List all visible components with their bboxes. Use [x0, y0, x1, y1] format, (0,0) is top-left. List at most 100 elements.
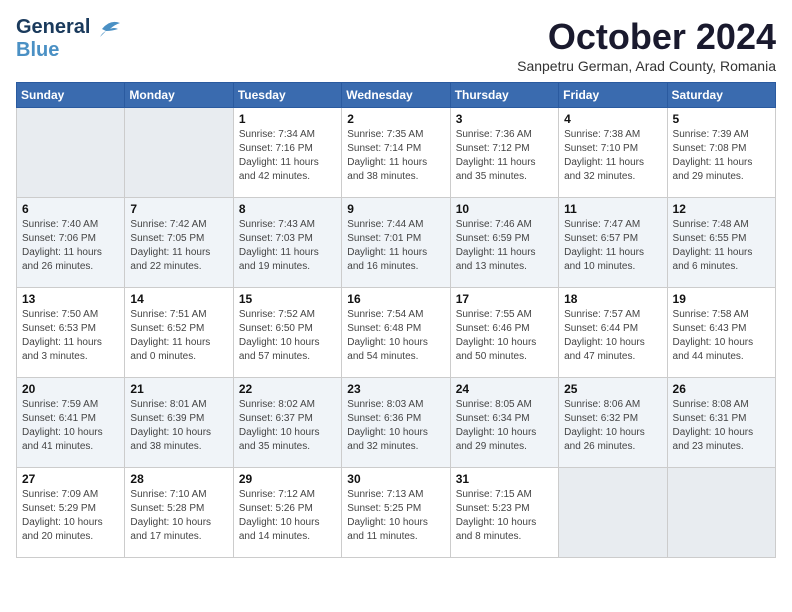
calendar-cell: 15 Sunrise: 7:52 AMSunset: 6:50 PMDayligh…	[233, 288, 341, 378]
day-info: Sunrise: 7:12 AMSunset: 5:26 PMDaylight:…	[239, 488, 336, 544]
day-number: 31	[456, 472, 553, 486]
calendar-cell: 29 Sunrise: 7:12 AMSunset: 5:26 PMDayligh…	[233, 468, 341, 558]
calendar-cell: 21 Sunrise: 8:01 AMSunset: 6:39 PMDayligh…	[125, 378, 233, 468]
day-number: 30	[347, 472, 444, 486]
calendar-cell: 11 Sunrise: 7:47 AMSunset: 6:57 PMDayligh…	[559, 198, 667, 288]
day-number: 2	[347, 112, 444, 126]
calendar-cell: 24 Sunrise: 8:05 AMSunset: 6:34 PMDayligh…	[450, 378, 558, 468]
day-header: Tuesday	[233, 83, 341, 108]
day-info: Sunrise: 8:06 AMSunset: 6:32 PMDaylight:…	[564, 398, 661, 454]
day-info: Sunrise: 7:34 AMSunset: 7:16 PMDaylight:…	[239, 128, 336, 184]
calendar-week-row: 1Sunrise: 7:34 AMSunset: 7:16 PMDaylight…	[17, 108, 776, 198]
day-number: 26	[673, 382, 770, 396]
day-header: Sunday	[17, 83, 125, 108]
calendar-cell: 4 Sunrise: 7:38 AMSunset: 7:10 PMDaylight…	[559, 108, 667, 198]
calendar-cell: 26 Sunrise: 8:08 AMSunset: 6:31 PMDayligh…	[667, 378, 775, 468]
calendar-cell: 3Sunrise: 7:36 AMSunset: 7:12 PMDaylight…	[450, 108, 558, 198]
day-number: 6	[22, 202, 119, 216]
day-info: Sunrise: 8:02 AMSunset: 6:37 PMDaylight:…	[239, 398, 336, 454]
calendar-cell	[559, 468, 667, 558]
calendar-cell: 22Sunrise: 8:02 AMSunset: 6:37 PMDayligh…	[233, 378, 341, 468]
calendar-cell: 2 Sunrise: 7:35 AMSunset: 7:14 PMDaylight…	[342, 108, 450, 198]
calendar-cell: 9 Sunrise: 7:44 AMSunset: 7:01 PMDaylight…	[342, 198, 450, 288]
day-info: Sunrise: 8:05 AMSunset: 6:34 PMDaylight:…	[456, 398, 553, 454]
day-info: Sunrise: 7:52 AMSunset: 6:50 PMDaylight:…	[239, 308, 336, 364]
day-number: 14	[130, 292, 227, 306]
day-info: Sunrise: 7:58 AMSunset: 6:43 PMDaylight:…	[673, 308, 770, 364]
day-info: Sunrise: 7:15 AMSunset: 5:23 PMDaylight:…	[456, 488, 553, 544]
calendar-week-row: 6 Sunrise: 7:40 AMSunset: 7:06 PMDaylight…	[17, 198, 776, 288]
day-number: 16	[347, 292, 444, 306]
day-info: Sunrise: 8:01 AMSunset: 6:39 PMDaylight:…	[130, 398, 227, 454]
day-number: 15	[239, 292, 336, 306]
day-info: Sunrise: 7:57 AMSunset: 6:44 PMDaylight:…	[564, 308, 661, 364]
calendar-cell: 8 Sunrise: 7:43 AMSunset: 7:03 PMDaylight…	[233, 198, 341, 288]
calendar-cell: 17 Sunrise: 7:55 AMSunset: 6:46 PMDayligh…	[450, 288, 558, 378]
day-number: 5	[673, 112, 770, 126]
logo-text-general: General	[16, 16, 90, 39]
calendar-cell: 12 Sunrise: 7:48 AMSunset: 6:55 PMDayligh…	[667, 198, 775, 288]
day-info: Sunrise: 7:35 AMSunset: 7:14 PMDaylight:…	[347, 128, 444, 184]
day-info: Sunrise: 7:38 AMSunset: 7:10 PMDaylight:…	[564, 128, 661, 184]
calendar-cell: 20 Sunrise: 7:59 AMSunset: 6:41 PMDayligh…	[17, 378, 125, 468]
day-number: 21	[130, 382, 227, 396]
logo-bird-icon	[92, 17, 122, 39]
day-number: 29	[239, 472, 336, 486]
day-info: Sunrise: 7:55 AMSunset: 6:46 PMDaylight:…	[456, 308, 553, 364]
day-number: 8	[239, 202, 336, 216]
day-info: Sunrise: 7:36 AMSunset: 7:12 PMDaylight:…	[456, 128, 553, 184]
calendar-cell: 1Sunrise: 7:34 AMSunset: 7:16 PMDaylight…	[233, 108, 341, 198]
calendar-cell: 28Sunrise: 7:10 AMSunset: 5:28 PMDayligh…	[125, 468, 233, 558]
day-number: 4	[564, 112, 661, 126]
day-number: 27	[22, 472, 119, 486]
day-number: 12	[673, 202, 770, 216]
day-number: 11	[564, 202, 661, 216]
day-info: Sunrise: 7:39 AMSunset: 7:08 PMDaylight:…	[673, 128, 770, 184]
day-number: 25	[564, 382, 661, 396]
day-number: 10	[456, 202, 553, 216]
day-number: 13	[22, 292, 119, 306]
day-info: Sunrise: 7:54 AMSunset: 6:48 PMDaylight:…	[347, 308, 444, 364]
calendar-cell: 31 Sunrise: 7:15 AMSunset: 5:23 PMDayligh…	[450, 468, 558, 558]
day-number: 17	[456, 292, 553, 306]
calendar-cell: 25 Sunrise: 8:06 AMSunset: 6:32 PMDayligh…	[559, 378, 667, 468]
day-info: Sunrise: 7:42 AMSunset: 7:05 PMDaylight:…	[130, 218, 227, 274]
calendar-cell	[667, 468, 775, 558]
day-number: 9	[347, 202, 444, 216]
day-number: 20	[22, 382, 119, 396]
day-info: Sunrise: 7:47 AMSunset: 6:57 PMDaylight:…	[564, 218, 661, 274]
day-header: Monday	[125, 83, 233, 108]
day-number: 23	[347, 382, 444, 396]
calendar-cell: 10 Sunrise: 7:46 AMSunset: 6:59 PMDayligh…	[450, 198, 558, 288]
day-number: 7	[130, 202, 227, 216]
calendar-week-row: 13Sunrise: 7:50 AMSunset: 6:53 PMDayligh…	[17, 288, 776, 378]
calendar-cell: 16 Sunrise: 7:54 AMSunset: 6:48 PMDayligh…	[342, 288, 450, 378]
day-header: Wednesday	[342, 83, 450, 108]
day-info: Sunrise: 8:03 AMSunset: 6:36 PMDaylight:…	[347, 398, 444, 454]
day-info: Sunrise: 7:51 AMSunset: 6:52 PMDaylight:…	[130, 308, 227, 364]
day-info: Sunrise: 7:40 AMSunset: 7:06 PMDaylight:…	[22, 218, 119, 274]
day-number: 28	[130, 472, 227, 486]
day-header: Thursday	[450, 83, 558, 108]
day-header: Friday	[559, 83, 667, 108]
day-header: Saturday	[667, 83, 775, 108]
calendar-week-row: 20 Sunrise: 7:59 AMSunset: 6:41 PMDayligh…	[17, 378, 776, 468]
day-info: Sunrise: 7:44 AMSunset: 7:01 PMDaylight:…	[347, 218, 444, 274]
location: Sanpetru German, Arad County, Romania	[517, 58, 776, 74]
calendar-table: SundayMondayTuesdayWednesdayThursdayFrid…	[16, 82, 776, 558]
logo-text-blue: Blue	[16, 39, 59, 61]
day-info: Sunrise: 7:46 AMSunset: 6:59 PMDaylight:…	[456, 218, 553, 274]
calendar-cell	[125, 108, 233, 198]
calendar-cell: 7 Sunrise: 7:42 AMSunset: 7:05 PMDaylight…	[125, 198, 233, 288]
day-number: 24	[456, 382, 553, 396]
calendar-cell: 19Sunrise: 7:58 AMSunset: 6:43 PMDayligh…	[667, 288, 775, 378]
logo: General Blue	[16, 16, 122, 62]
calendar-cell: 23 Sunrise: 8:03 AMSunset: 6:36 PMDayligh…	[342, 378, 450, 468]
day-info: Sunrise: 7:59 AMSunset: 6:41 PMDaylight:…	[22, 398, 119, 454]
day-info: Sunrise: 7:43 AMSunset: 7:03 PMDaylight:…	[239, 218, 336, 274]
calendar-cell: 13Sunrise: 7:50 AMSunset: 6:53 PMDayligh…	[17, 288, 125, 378]
day-info: Sunrise: 7:48 AMSunset: 6:55 PMDaylight:…	[673, 218, 770, 274]
calendar-cell: 30Sunrise: 7:13 AMSunset: 5:25 PMDayligh…	[342, 468, 450, 558]
day-info: Sunrise: 8:08 AMSunset: 6:31 PMDaylight:…	[673, 398, 770, 454]
calendar-cell: 6 Sunrise: 7:40 AMSunset: 7:06 PMDaylight…	[17, 198, 125, 288]
